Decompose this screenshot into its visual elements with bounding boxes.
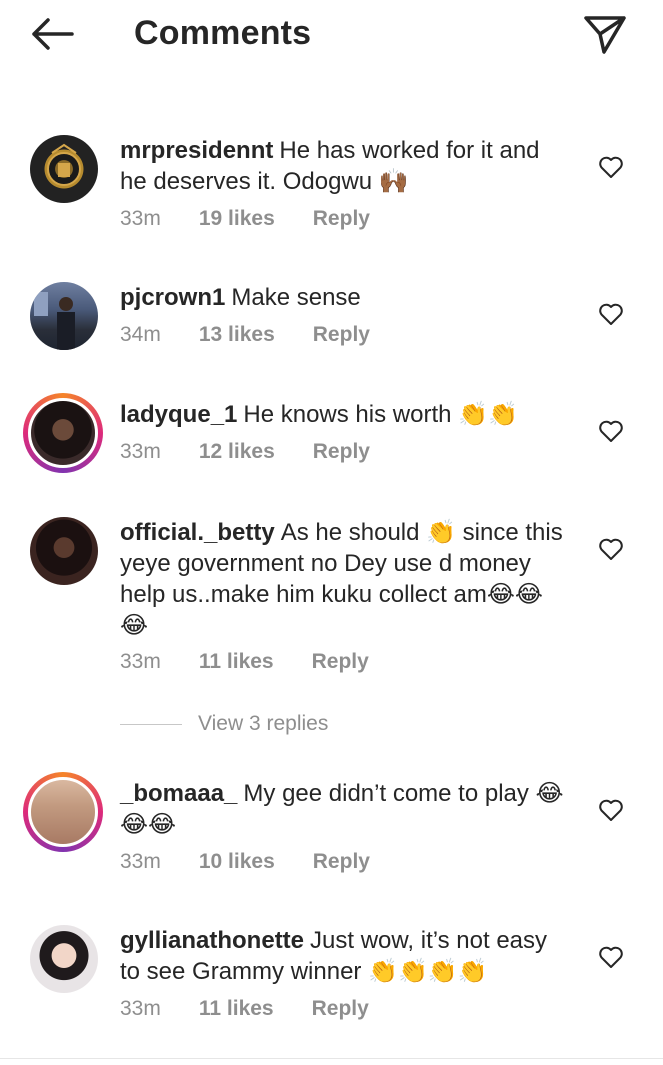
comment-meta: 33m 10 likes Reply [120,850,408,874]
comment-time: 33m [120,207,161,230]
arrow-left-icon [32,18,74,50]
reply-button[interactable]: Reply [312,997,369,1021]
avatar [28,777,98,847]
heart-icon[interactable] [598,155,624,179]
comment-likes[interactable]: 11 likes [199,997,274,1021]
comment-meta: 33m 12 likes Reply [120,440,408,464]
paper-plane-icon [584,16,626,54]
comment-likes[interactable]: 11 likes [199,650,274,674]
comment-username[interactable]: ladyque_1 [120,401,237,428]
comment-text: mrpresidennt He has worked for it and he … [120,135,565,197]
comment-meta: 33m 19 likes Reply [120,207,408,231]
heart-icon[interactable] [598,419,624,443]
view-replies-label: View 3 replies [198,712,329,735]
comment-username[interactable]: mrpresidennt [120,137,273,164]
back-button[interactable] [28,14,76,54]
comment-username[interactable]: _bomaaa_ [120,780,237,807]
comment-time: 33m [120,997,161,1020]
heart-icon[interactable] [598,537,624,561]
comment-text: pjcrown1 Make sense [120,282,565,313]
avatar[interactable] [30,925,98,993]
comment-time: 33m [120,850,161,873]
avatar[interactable] [30,135,98,203]
avatar [28,398,98,468]
top-bar: Comments [0,0,663,70]
reply-button[interactable]: Reply [313,323,370,347]
replies-divider [120,723,182,725]
heart-icon[interactable] [598,798,624,822]
reply-button[interactable]: Reply [313,207,370,231]
avatar-story-ring[interactable] [23,393,103,473]
comment-time: 34m [120,323,161,346]
comment-likes[interactable]: 12 likes [199,440,275,464]
comment-username[interactable]: pjcrown1 [120,284,225,311]
avatar[interactable] [30,517,98,585]
crest-logo [47,143,81,186]
comment-meta: 34m 13 likes Reply [120,323,408,347]
comment-text: gyllianathonette Just wow, it’s not easy … [120,925,565,987]
reply-button[interactable]: Reply [313,850,370,874]
reply-button[interactable]: Reply [313,440,370,464]
comment-likes[interactable]: 19 likes [199,207,275,231]
comment-username[interactable]: gyllianathonette [120,927,304,954]
view-replies-button[interactable]: View 3 replies [120,712,328,736]
avatar-story-ring[interactable] [23,772,103,852]
avatar-photo [34,292,75,350]
comment-text: official._betty As he should 👏 since this… [120,517,565,641]
comment-likes[interactable]: 10 likes [199,850,275,874]
comment-meta: 33m 11 likes Reply [120,997,407,1021]
comment-time: 33m [120,440,161,463]
comment-likes[interactable]: 13 likes [199,323,275,347]
heart-icon[interactable] [598,302,624,326]
comment-username[interactable]: official._betty [120,519,275,546]
comment-time: 33m [120,650,161,673]
comment-body: He knows his worth 👏👏 [243,401,518,428]
reply-button[interactable]: Reply [312,650,369,674]
comment-text: ladyque_1 He knows his worth 👏👏 [120,399,565,430]
comment-body: Make sense [231,284,361,311]
bottom-divider [0,1058,663,1059]
page-title: Comments [134,14,312,52]
comment-text: _bomaaa_ My gee didn’t come to play 😂😂😂 [120,778,565,840]
share-button[interactable] [580,12,628,56]
heart-icon[interactable] [598,945,624,969]
comment-meta: 33m 11 likes Reply [120,650,407,674]
avatar[interactable] [30,282,98,350]
